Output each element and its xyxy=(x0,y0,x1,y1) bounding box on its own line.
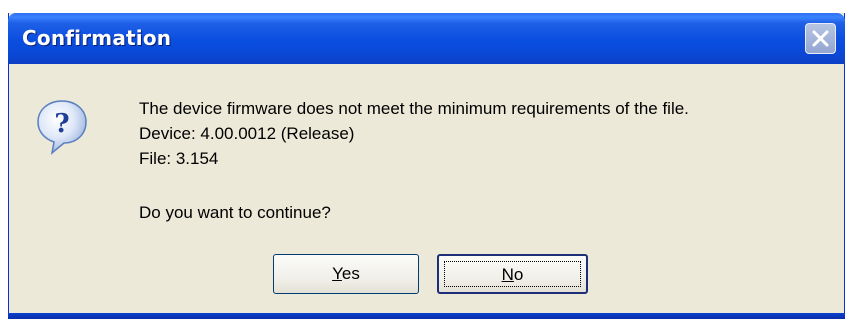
yes-button[interactable]: Yes xyxy=(273,254,419,294)
yes-label-rest: es xyxy=(341,264,360,283)
confirmation-dialog: Confirmation ? The device firmware does … xyxy=(8,13,845,319)
file-version-line: File: 3.154 xyxy=(139,149,219,168)
message-line: The device firmware does not meet the mi… xyxy=(139,99,689,118)
question-text: Do you want to continue? xyxy=(139,203,331,222)
yes-mnemonic: Y xyxy=(332,264,342,283)
no-mnemonic: N xyxy=(501,265,514,284)
no-button[interactable]: No xyxy=(437,254,588,294)
close-icon xyxy=(812,30,829,47)
message-block: The device firmware does not meet the mi… xyxy=(139,96,689,171)
close-button[interactable] xyxy=(805,23,836,54)
device-version-line: Device: 4.00.0012 (Release) xyxy=(139,124,355,143)
focus-ring: No xyxy=(444,261,581,287)
svg-text:?: ? xyxy=(54,109,69,139)
no-label-rest: o xyxy=(513,265,524,284)
question-icon: ? xyxy=(37,100,87,155)
dialog-title: Confirmation xyxy=(22,26,172,50)
title-bar[interactable]: Confirmation xyxy=(8,13,845,64)
